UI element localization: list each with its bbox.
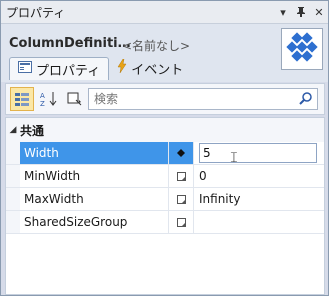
cube-logo-icon bbox=[281, 28, 323, 70]
title-bar: プロパティ ▾ ✕ bbox=[1, 1, 328, 24]
object-type-name: ColumnDefiniti… bbox=[9, 36, 131, 51]
search-input[interactable] bbox=[89, 91, 296, 107]
category-header[interactable]: ◢ 共通 bbox=[6, 118, 324, 142]
row-gutter bbox=[6, 211, 20, 233]
property-marker-icon[interactable] bbox=[169, 165, 194, 187]
property-row-maxwidth[interactable]: MaxWidth Infinity bbox=[6, 188, 324, 211]
search-box[interactable] bbox=[88, 88, 318, 110]
property-marker-icon[interactable] bbox=[169, 211, 194, 233]
category-name: 共通 bbox=[20, 123, 45, 138]
text-cursor-icon: 𝙸 bbox=[229, 150, 239, 166]
dropdown-icon[interactable]: ▾ bbox=[274, 3, 292, 21]
width-value-input[interactable] bbox=[199, 143, 317, 163]
pin-icon[interactable] bbox=[292, 3, 310, 21]
object-header: ColumnDefiniti… <名前なし> プロパティ イベント bbox=[1, 24, 328, 82]
categorized-icon[interactable] bbox=[10, 87, 34, 111]
property-grid: ◢ 共通 Width MinWidth 0 MaxWidth bbox=[5, 117, 325, 295]
row-gutter bbox=[6, 188, 20, 210]
property-marker-icon[interactable] bbox=[169, 188, 194, 210]
svg-text:Z: Z bbox=[40, 100, 45, 107]
property-name[interactable]: MinWidth bbox=[20, 165, 169, 187]
property-value[interactable]: Infinity bbox=[194, 188, 324, 210]
lightning-icon bbox=[117, 58, 127, 77]
property-value-cell[interactable] bbox=[194, 142, 324, 164]
tab-properties[interactable]: プロパティ bbox=[9, 57, 110, 80]
tab-events[interactable]: イベント bbox=[109, 57, 191, 79]
svg-text:A: A bbox=[40, 92, 45, 100]
filter-icon[interactable] bbox=[64, 88, 86, 110]
search-icon[interactable] bbox=[299, 91, 313, 108]
properties-window: プロパティ ▾ ✕ ColumnDefiniti… <名前なし> プロパティ イ… bbox=[0, 0, 329, 296]
tab-events-label: イベント bbox=[131, 62, 184, 78]
tab-strip: プロパティ イベント bbox=[9, 57, 191, 81]
property-name[interactable]: Width bbox=[20, 142, 169, 164]
object-name-field[interactable]: <名前なし> bbox=[122, 37, 190, 54]
property-sheet-icon bbox=[18, 61, 32, 77]
property-value[interactable]: 0 bbox=[194, 165, 324, 187]
property-value[interactable] bbox=[194, 211, 324, 233]
collapse-triangle-icon[interactable]: ◢ bbox=[6, 125, 20, 135]
property-row-minwidth[interactable]: MinWidth 0 bbox=[6, 165, 324, 188]
property-row-width[interactable]: Width bbox=[6, 142, 324, 165]
close-icon[interactable]: ✕ bbox=[310, 3, 328, 21]
alphabetical-sort-icon[interactable]: AZ bbox=[38, 88, 60, 110]
property-name[interactable]: MaxWidth bbox=[20, 188, 169, 210]
property-name[interactable]: SharedSizeGroup bbox=[20, 211, 169, 233]
property-row-sharedsizegroup[interactable]: SharedSizeGroup bbox=[6, 211, 324, 234]
row-gutter bbox=[6, 142, 20, 164]
window-title: プロパティ bbox=[6, 5, 66, 20]
row-gutter bbox=[6, 165, 20, 187]
toolbar: AZ bbox=[5, 83, 325, 115]
tab-properties-label: プロパティ bbox=[36, 63, 101, 79]
property-marker-icon[interactable] bbox=[169, 142, 194, 164]
